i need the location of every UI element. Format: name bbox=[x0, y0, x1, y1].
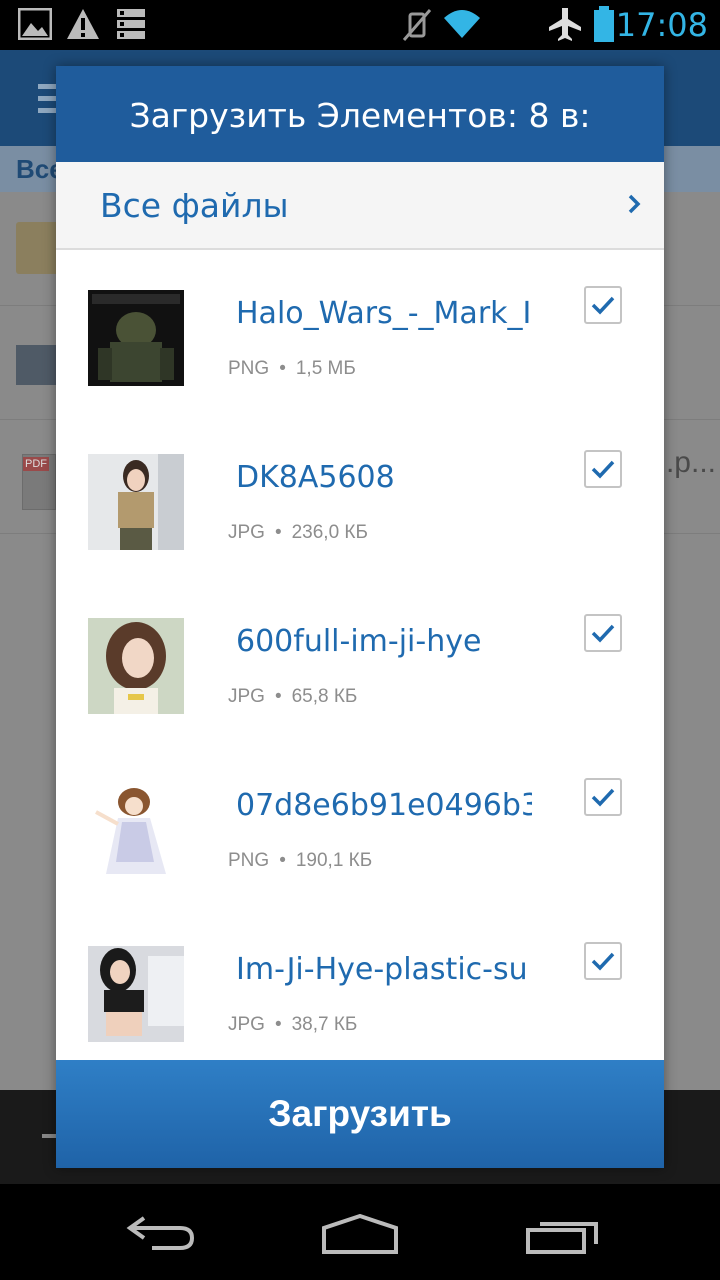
file-size: 236,0 КБ bbox=[291, 522, 368, 543]
destination-folder-label: Все файлы bbox=[100, 186, 289, 225]
file-thumbnail bbox=[88, 782, 184, 878]
file-name: Halo_Wars_-_Mark_I bbox=[236, 296, 532, 331]
file-checkbox[interactable] bbox=[584, 614, 622, 652]
chevron-right-icon bbox=[628, 194, 641, 214]
file-meta: JPG • 38,7 КБ bbox=[228, 1014, 358, 1035]
file-list[interactable]: Halo_Wars_-_Mark_I PNG • 1,5 МБ DK8A5608… bbox=[56, 252, 664, 1060]
image-icon bbox=[18, 8, 52, 40]
checkmark-icon bbox=[591, 788, 615, 807]
home-icon[interactable] bbox=[322, 1214, 398, 1254]
file-name: Im-Ji-Hye-plastic-su bbox=[236, 952, 528, 987]
navigation-bar bbox=[0, 1184, 720, 1280]
checkmark-icon bbox=[591, 460, 615, 479]
file-name: DK8A5608 bbox=[236, 460, 395, 495]
file-checkbox[interactable] bbox=[584, 942, 622, 980]
file-size: 190,1 КБ bbox=[295, 850, 373, 871]
file-item[interactable]: Im-Ji-Hye-plastic-su JPG • 38,7 КБ bbox=[56, 908, 664, 1060]
file-type: JPG bbox=[228, 686, 265, 707]
file-checkbox[interactable] bbox=[584, 450, 622, 488]
checkmark-icon bbox=[591, 296, 615, 315]
vibrate-off-icon bbox=[402, 9, 432, 41]
battery-icon bbox=[594, 6, 614, 42]
upload-button[interactable]: Загрузить bbox=[56, 1060, 664, 1168]
file-meta: PNG • 190,1 КБ bbox=[228, 850, 373, 871]
checkmark-icon bbox=[591, 952, 615, 971]
dialog-title: Загрузить Элементов: 8 в: bbox=[56, 66, 664, 162]
file-type: PNG bbox=[228, 850, 270, 871]
file-type: JPG bbox=[228, 1014, 265, 1035]
file-thumbnail bbox=[88, 454, 184, 550]
wifi-icon bbox=[444, 10, 480, 38]
file-item[interactable]: DK8A5608 JPG • 236,0 КБ bbox=[56, 416, 664, 580]
file-meta: JPG • 236,0 КБ bbox=[228, 522, 368, 543]
folder-icon bbox=[16, 222, 60, 274]
checkmark-icon bbox=[591, 624, 615, 643]
file-checkbox[interactable] bbox=[584, 778, 622, 816]
airplane-icon bbox=[549, 8, 581, 41]
recent-apps-icon[interactable] bbox=[526, 1216, 598, 1256]
image-thumbnail bbox=[16, 345, 56, 385]
back-icon[interactable] bbox=[124, 1212, 196, 1252]
pdf-icon: PDF bbox=[22, 454, 56, 510]
file-type: JPG bbox=[228, 522, 265, 543]
file-thumbnail bbox=[88, 290, 184, 386]
file-checkbox[interactable] bbox=[584, 286, 622, 324]
destination-folder-selector[interactable]: Все файлы bbox=[56, 162, 664, 250]
file-size: 1,5 МБ bbox=[295, 358, 356, 379]
file-meta: JPG • 65,8 КБ bbox=[228, 686, 358, 707]
status-bar: 17:08 bbox=[0, 0, 720, 50]
clock: 17:08 bbox=[615, 6, 708, 44]
file-size: 38,7 КБ bbox=[291, 1014, 358, 1035]
file-item[interactable]: 07d8e6b91e0496b3e PNG • 190,1 КБ bbox=[56, 744, 664, 908]
file-name: 07d8e6b91e0496b3e bbox=[236, 788, 532, 823]
file-size: 65,8 КБ bbox=[291, 686, 358, 707]
file-thumbnail bbox=[88, 618, 184, 714]
upload-dialog: Загрузить Элементов: 8 в: Все файлы Halo… bbox=[56, 66, 664, 1168]
file-name: 600full-im-ji-hye bbox=[236, 624, 482, 659]
file-type: PNG bbox=[228, 358, 270, 379]
footer-mark bbox=[42, 1134, 56, 1138]
file-item[interactable]: Halo_Wars_-_Mark_I PNG • 1,5 МБ bbox=[56, 252, 664, 416]
warning-icon bbox=[67, 9, 99, 39]
storage-icon bbox=[117, 9, 145, 39]
file-item[interactable]: 600full-im-ji-hye JPG • 65,8 КБ bbox=[56, 580, 664, 744]
file-meta: PNG • 1,5 МБ bbox=[228, 358, 356, 379]
file-thumbnail bbox=[88, 946, 184, 1042]
